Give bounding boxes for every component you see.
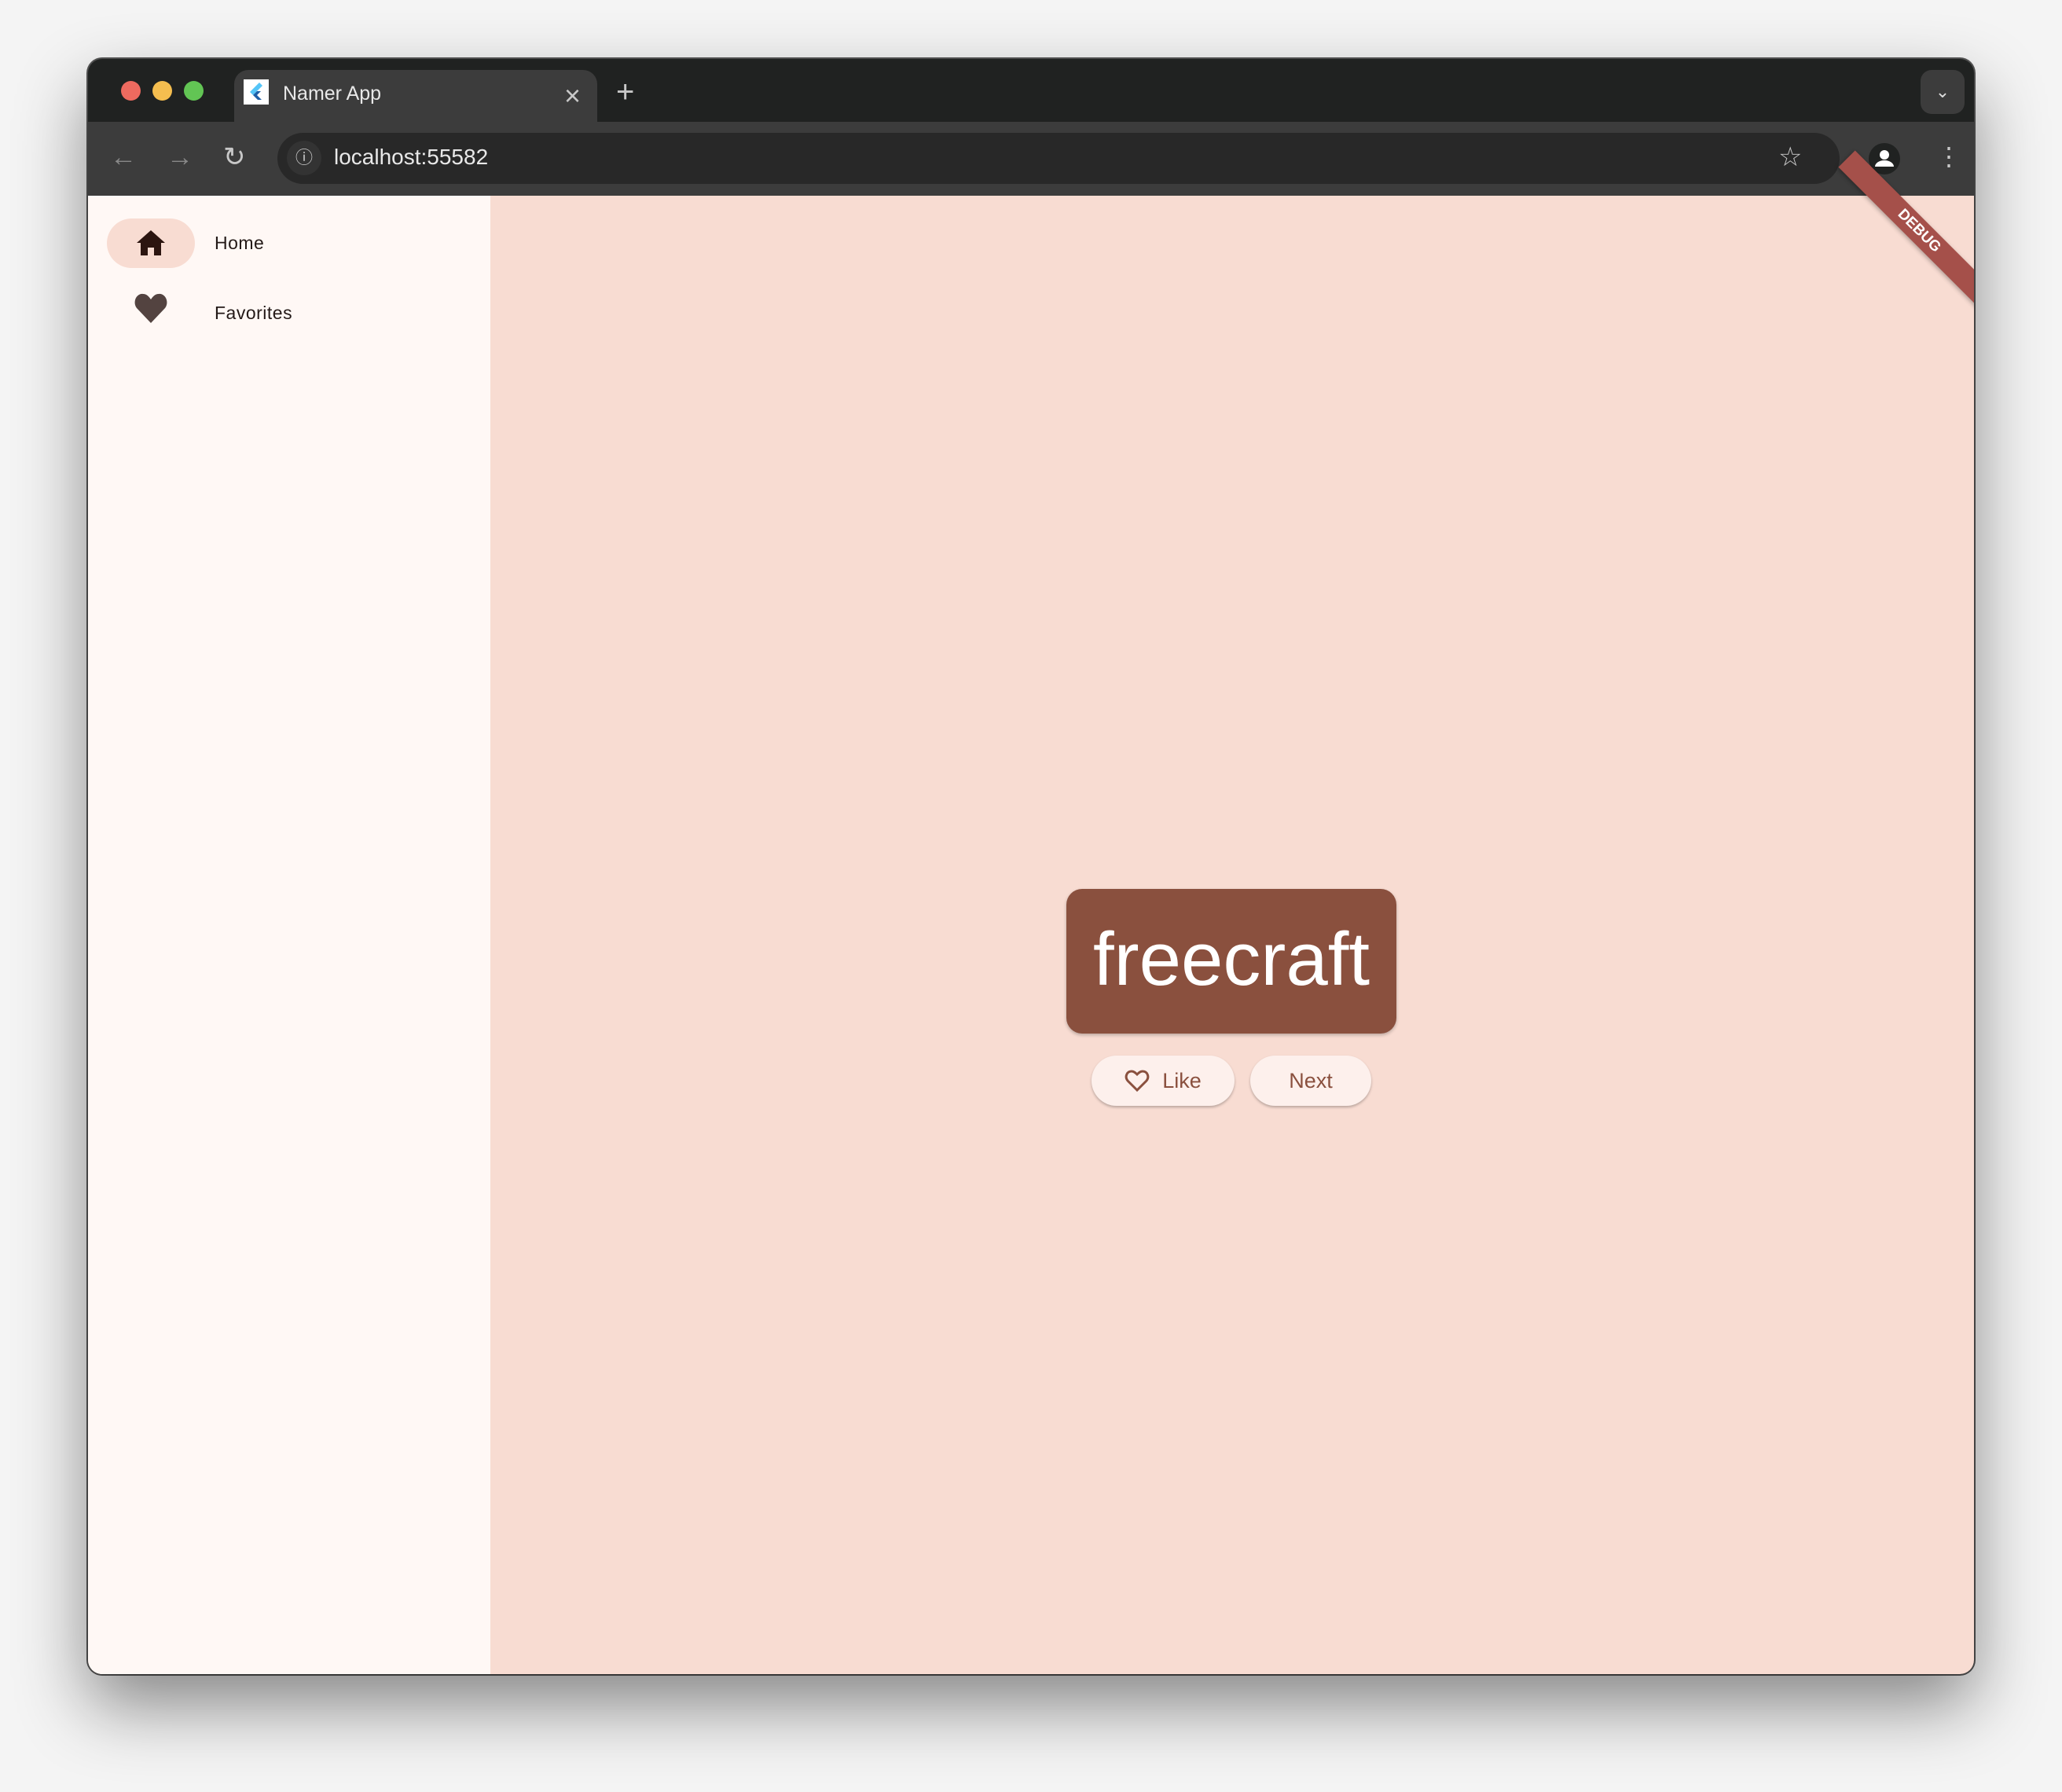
- like-label: Like: [1162, 1068, 1202, 1092]
- browser-tab[interactable]: Namer App ×: [234, 70, 597, 123]
- maximize-window-button[interactable]: [184, 81, 204, 101]
- app-content: Home Favorites freecraft Like Next DEBUG: [88, 150, 1974, 1674]
- close-tab-icon[interactable]: ×: [564, 82, 581, 110]
- url-text[interactable]: localhost:55582: [334, 145, 488, 170]
- new-tab-button[interactable]: +: [616, 76, 634, 108]
- forward-arrow-icon[interactable]: →: [167, 144, 193, 171]
- browser-window: Namer App × + ⌄ ← → ↻ ⓘ localhost:55582 …: [88, 59, 1974, 1674]
- back-arrow-icon[interactable]: ←: [110, 144, 137, 171]
- toolbar: ← → ↻ ⓘ localhost:55582 ☆ ⋮: [88, 122, 1974, 196]
- reload-icon[interactable]: ↻: [223, 144, 246, 171]
- site-info-icon[interactable]: ⓘ: [287, 141, 321, 175]
- close-window-button[interactable]: [121, 81, 141, 101]
- navigation-rail: Home Favorites: [88, 196, 490, 1674]
- bookmark-star-icon[interactable]: ☆: [1778, 144, 1802, 171]
- tab-title: Namer App: [283, 83, 382, 105]
- next-button[interactable]: Next: [1250, 1056, 1371, 1106]
- home-icon: [137, 230, 165, 255]
- address-bar[interactable]: ⓘ localhost:55582 ☆: [277, 133, 1840, 184]
- sidebar-item-label[interactable]: Home: [215, 233, 264, 254]
- like-button[interactable]: Like: [1092, 1056, 1235, 1106]
- next-label: Next: [1289, 1068, 1333, 1092]
- menu-kebab-icon[interactable]: ⋮: [1936, 144, 1961, 169]
- sidebar-item-favorites[interactable]: Favorites: [215, 303, 292, 324]
- heart-outline-icon: [1125, 1070, 1150, 1092]
- minimize-window-button[interactable]: [152, 81, 172, 101]
- word-pair-card: freecraft: [1066, 889, 1396, 1034]
- flutter-favicon-icon: [244, 79, 269, 105]
- tab-search-chevron-down-icon[interactable]: ⌄: [1921, 70, 1965, 114]
- sidebar-item-home[interactable]: [107, 218, 195, 268]
- heart-icon[interactable]: [134, 292, 168, 325]
